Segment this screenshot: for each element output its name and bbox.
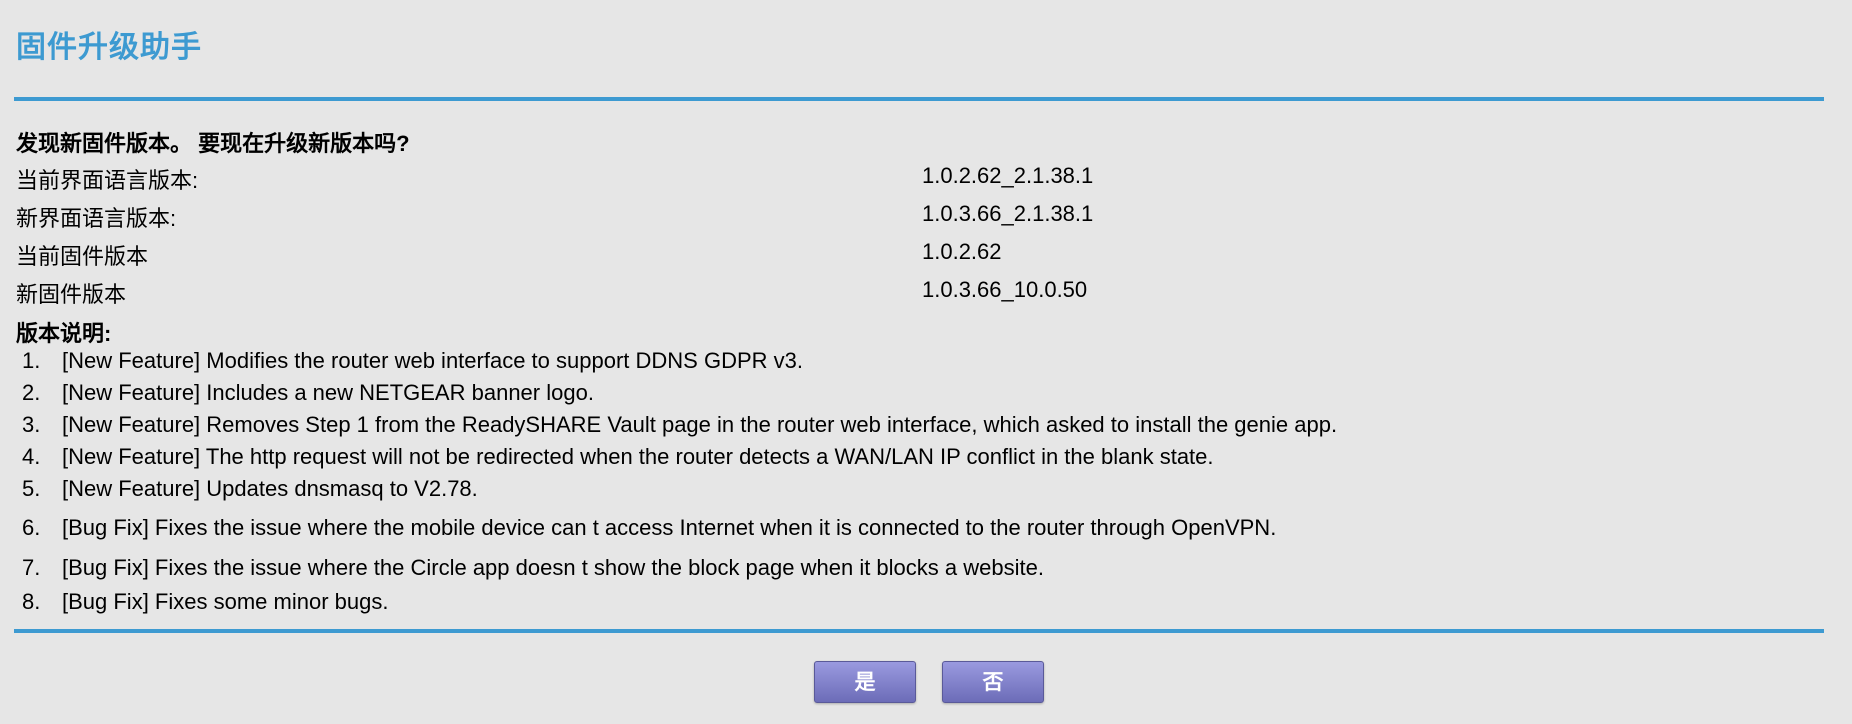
info-label: 当前界面语言版本: xyxy=(16,168,199,193)
list-item-text: [Bug Fix] Fixes some minor bugs. xyxy=(62,589,389,614)
list-item-text: [New Feature] Removes Step 1 from the Re… xyxy=(62,412,1338,437)
list-item-text: [New Feature] Updates dnsmasq to V2.78. xyxy=(62,476,478,501)
info-row-new-firmware: 新固件版本 1.0.3.66_10.0.50 xyxy=(16,277,1416,307)
info-value: 1.0.2.62_2.1.38.1 xyxy=(922,163,1094,188)
list-item-number: 1. xyxy=(22,348,41,373)
page-title: 固件升级助手 xyxy=(16,31,202,64)
title-divider xyxy=(14,97,1824,101)
list-item-number: 4. xyxy=(22,444,41,469)
info-label: 新界面语言版本: xyxy=(16,206,177,231)
info-label: 当前固件版本 xyxy=(16,244,149,269)
info-value: 1.0.2.62 xyxy=(922,239,1002,264)
list-item-number: 7. xyxy=(22,555,41,580)
info-label: 新固件版本 xyxy=(16,282,127,307)
info-value: 1.0.3.66_10.0.50 xyxy=(922,277,1088,302)
yes-button[interactable]: 是 xyxy=(814,661,916,703)
footer-divider xyxy=(14,629,1824,633)
list-item-text: [Bug Fix] Fixes the issue where the Circ… xyxy=(62,555,1044,580)
info-row-new-language: 新界面语言版本: 1.0.3.66_2.1.38.1 xyxy=(16,201,1416,231)
upgrade-question: 发现新固件版本。 要现在升级新版本吗? xyxy=(16,131,410,156)
list-item-text: [New Feature] Modifies the router web in… xyxy=(62,348,803,373)
list-item-number: 5. xyxy=(22,476,41,501)
list-item-number: 6. xyxy=(22,515,41,540)
release-notes-heading: 版本说明: xyxy=(16,321,112,346)
info-value: 1.0.3.66_2.1.38.1 xyxy=(922,201,1094,226)
list-item-text: [New Feature] Includes a new NETGEAR ban… xyxy=(62,380,594,405)
list-item-text: [Bug Fix] Fixes the issue where the mobi… xyxy=(62,515,1277,540)
list-item-number: 3. xyxy=(22,412,41,437)
list-item-number: 8. xyxy=(22,589,41,614)
no-button[interactable]: 否 xyxy=(942,661,1044,703)
info-row-current-language: 当前界面语言版本: 1.0.2.62_2.1.38.1 xyxy=(16,163,1416,193)
list-item-number: 2. xyxy=(22,380,41,405)
list-item-text: [New Feature] The http request will not … xyxy=(62,444,1214,469)
info-row-current-firmware: 当前固件版本 1.0.2.62 xyxy=(16,239,1416,269)
